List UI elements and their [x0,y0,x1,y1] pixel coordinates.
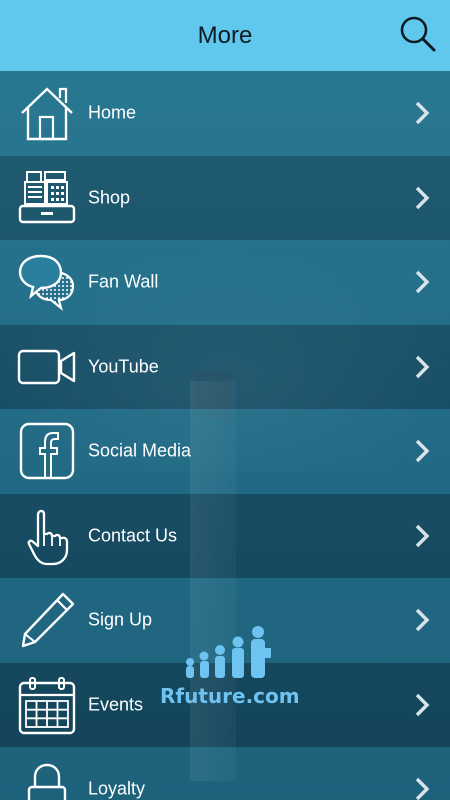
menu-item-label: Contact Us [88,525,178,546]
chevron-right-icon [415,609,430,632]
menu-item-label: Loyalty [88,778,146,799]
menu-item-label: Sign Up [88,609,153,630]
menu-item-social-media[interactable]: Social Media [0,409,450,494]
menu-item-label: Shop [88,187,131,208]
search-button[interactable] [398,14,438,54]
chevron-right-icon [415,440,430,463]
chevron-right-icon [415,778,430,800]
menu-item-label: Social Media [88,440,192,461]
menu-item-label: Fan Wall [88,271,159,292]
menu-item-label: YouTube [88,356,159,377]
menu-item-loyalty[interactable]: Loyalty [0,747,450,800]
chevron-right-icon [415,186,430,209]
more-menu: Home Shop Fan Wall YouTube Social Media … [0,71,450,800]
chevron-right-icon [415,102,430,125]
menu-item-label: Home [88,102,137,123]
page-title: More [197,21,253,49]
menu-item-youtube[interactable]: YouTube [0,324,450,409]
lock-icon [17,759,77,800]
facebook-icon [17,421,77,481]
menu-item-fan-wall[interactable]: Fan Wall [0,240,450,325]
pencil-icon [17,590,77,650]
menu-item-contact-us[interactable]: Contact Us [0,493,450,578]
menu-item-label: Events [88,694,144,715]
search-icon [400,16,436,52]
home-icon [17,83,77,143]
video-camera-icon [17,337,77,397]
chevron-right-icon [415,524,430,547]
menu-item-home[interactable]: Home [0,71,450,156]
menu-item-shop[interactable]: Shop [0,155,450,240]
calendar-icon [17,675,77,735]
app-header: More [0,0,450,71]
pointing-hand-icon [17,506,77,566]
chevron-right-icon [415,355,430,378]
menu-item-events[interactable]: Events [0,662,450,747]
menu-item-sign-up[interactable]: Sign Up [0,578,450,663]
chat-bubbles-icon [17,252,77,312]
chevron-right-icon [415,693,430,716]
cash-register-icon [17,168,77,228]
chevron-right-icon [415,271,430,294]
